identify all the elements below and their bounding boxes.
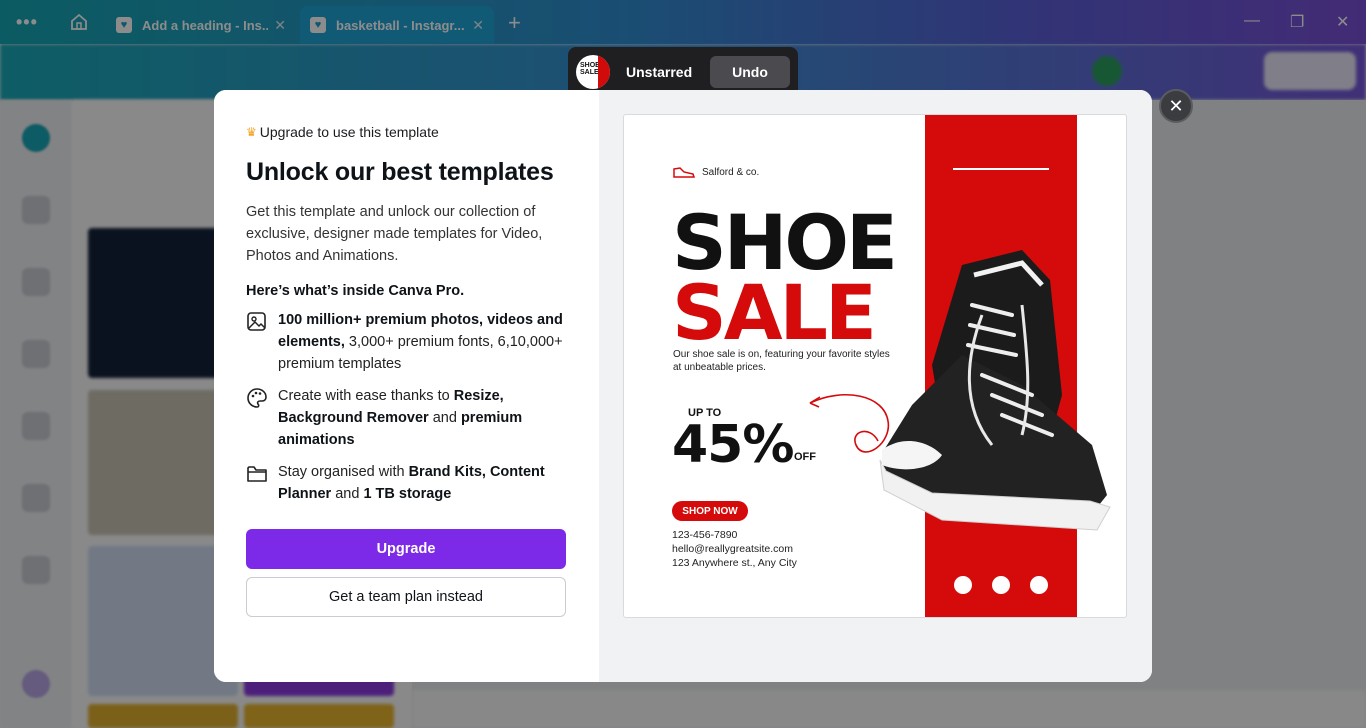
modal-content: ♛ Upgrade to use this template Unlock ou… xyxy=(214,90,599,682)
feature-text: Stay organised with xyxy=(278,464,409,480)
sale-headline: SALE xyxy=(672,268,877,357)
template-subtitle: Our shoe sale is on, featuring your favo… xyxy=(673,349,890,373)
feature-text: and xyxy=(428,410,461,426)
brand-label: Salford & co. xyxy=(672,165,759,179)
brand-name: Salford & co. xyxy=(702,166,760,178)
modal-headline: Unlock our best templates xyxy=(246,158,554,186)
email-address: hello@reallygreatsite.com xyxy=(672,543,793,555)
contact-info: 123-456-7890 hello@reallygreatsite.com 1… xyxy=(672,528,797,570)
feature-item: Stay organised with Brand Kits, Content … xyxy=(246,461,567,505)
street-address: 123 Anywhere st., Any City xyxy=(672,557,797,569)
template-preview-area: Salford & co. SHOE SALE Our shoe sale is… xyxy=(599,90,1152,682)
sneaker-image xyxy=(879,250,1111,531)
decor-dot xyxy=(992,576,1010,594)
shop-now-pill: SHOP NOW xyxy=(672,501,748,521)
feature-text: Create with ease thanks to xyxy=(278,388,454,404)
decor-dot xyxy=(1030,576,1048,594)
feature-text: and xyxy=(331,486,364,502)
upgrade-eyebrow: ♛ Upgrade to use this template xyxy=(246,124,567,140)
eyebrow-text: Upgrade to use this template xyxy=(259,124,439,140)
template-thumbnail: SHOE SALE xyxy=(576,55,610,89)
image-icon xyxy=(247,312,266,331)
discount-percent: 45% xyxy=(672,415,794,475)
folder-icon xyxy=(247,466,267,482)
feature-item: 100 million+ premium photos, videos and … xyxy=(246,309,567,375)
toast-message: Unstarred xyxy=(626,64,693,80)
close-icon: ✕ xyxy=(1168,95,1184,116)
feature-item: Create with ease thanks to Resize, Backg… xyxy=(246,385,567,451)
modal-description: Get this template and unlock our collect… xyxy=(246,204,543,264)
divider-line xyxy=(953,168,1049,170)
inside-pro-title: Here’s what’s inside Canva Pro. xyxy=(246,283,465,299)
upgrade-modal: ♛ Upgrade to use this template Unlock ou… xyxy=(214,90,1152,682)
crown-icon: ♛ xyxy=(246,125,257,139)
feature-bold: 1 TB storage xyxy=(363,486,452,502)
sneaker-logo-icon xyxy=(673,167,696,178)
decor-dot xyxy=(954,576,972,594)
undo-button[interactable]: Undo xyxy=(710,56,790,88)
team-plan-button[interactable]: Get a team plan instead xyxy=(246,577,566,617)
upgrade-button[interactable]: Upgrade xyxy=(246,529,566,569)
palette-icon xyxy=(247,388,267,408)
template-preview: Salford & co. SHOE SALE Our shoe sale is… xyxy=(623,114,1127,618)
phone-number: 123-456-7890 xyxy=(672,529,738,541)
modal-close-button[interactable]: ✕ xyxy=(1159,89,1193,123)
